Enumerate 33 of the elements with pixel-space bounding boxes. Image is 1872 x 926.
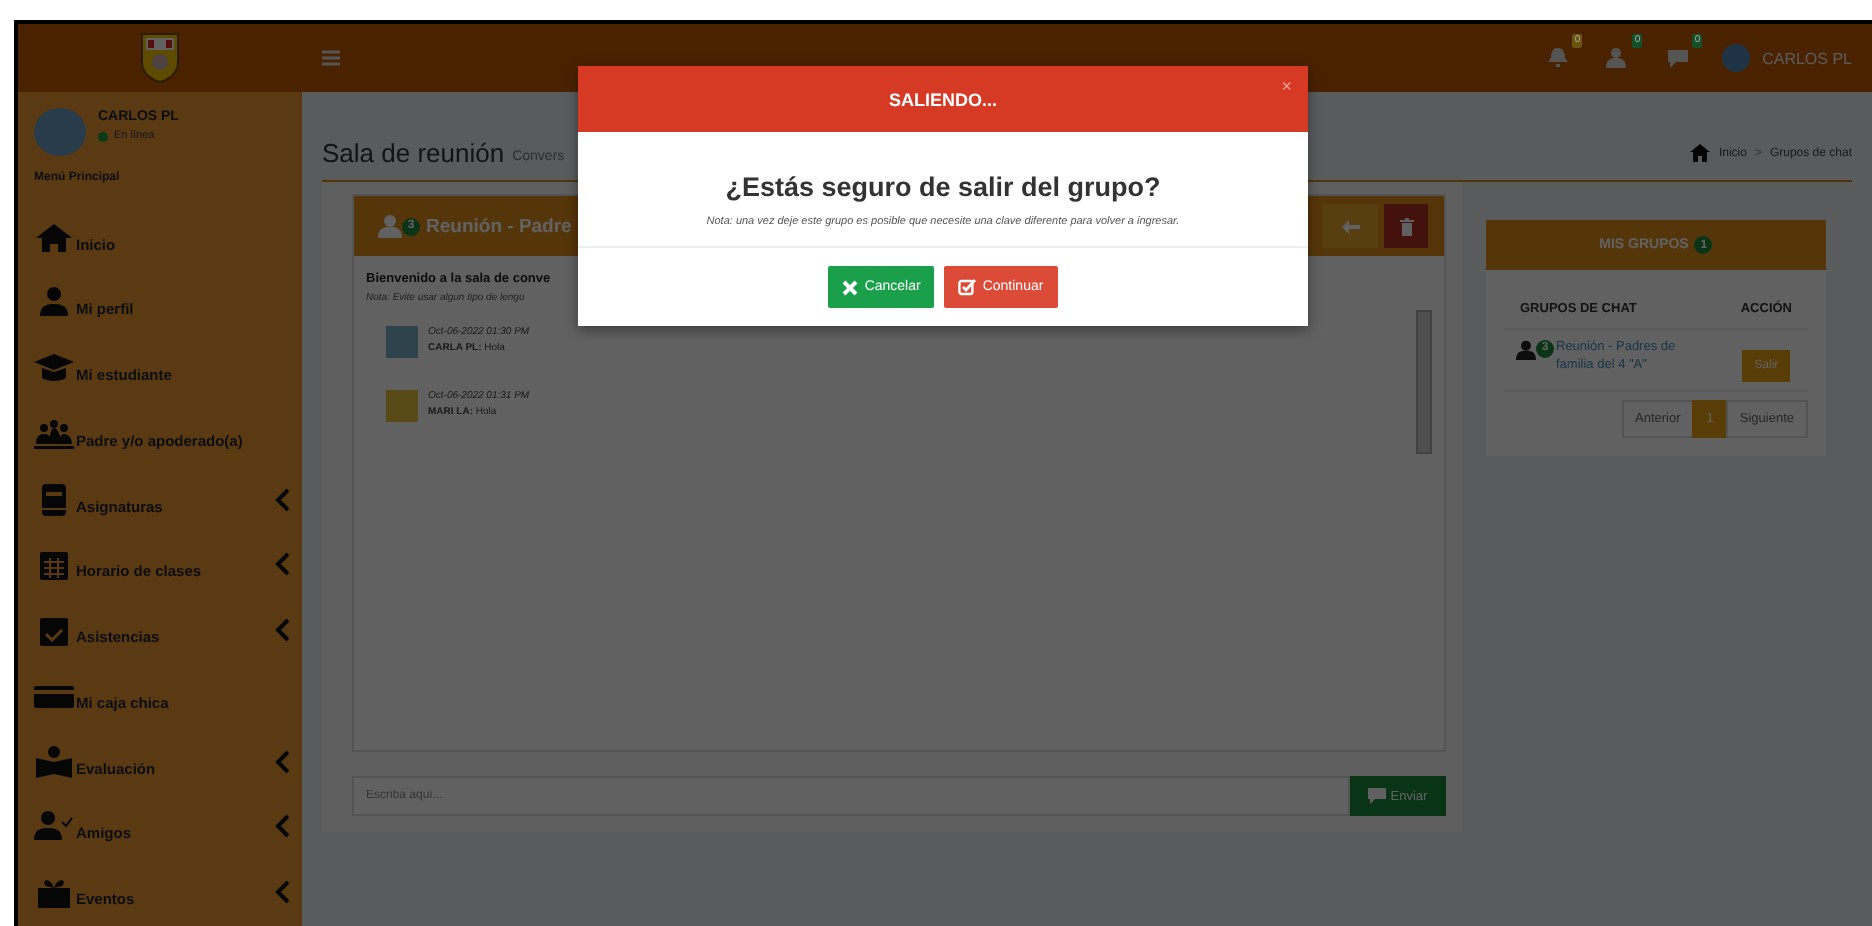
arrow-left-icon: [1341, 219, 1359, 233]
close-button[interactable]: ×: [1281, 76, 1292, 96]
family-icon: [34, 417, 74, 450]
speech-bubble-icon: [1368, 788, 1387, 804]
page-title: Sala de reunión: [322, 138, 505, 168]
delete-button[interactable]: [1384, 204, 1428, 248]
back-button[interactable]: [1322, 204, 1378, 248]
calendar-icon: [34, 548, 74, 581]
checkbox-icon: [958, 278, 977, 296]
gift-icon: [34, 876, 74, 909]
reader-icon: [34, 745, 74, 778]
dialog-question: ¿Estás seguro de salir del grupo?: [725, 172, 1161, 202]
person-icon: [34, 286, 74, 319]
calendar-check-icon: [34, 614, 74, 647]
house-icon: [1690, 144, 1711, 162]
online-dot-icon: [98, 131, 108, 141]
scrollbar[interactable]: [1416, 310, 1432, 454]
person-icon: [1516, 340, 1536, 360]
house-icon: [34, 221, 74, 254]
user-avatar: [386, 390, 418, 422]
menu-icon[interactable]: [322, 50, 340, 66]
chat-title: Reunión - Padre: [426, 215, 572, 237]
user-avatar: [34, 108, 86, 156]
close-icon: [842, 279, 859, 295]
person-icon: [378, 214, 402, 238]
user-avatar: [386, 326, 418, 358]
person-check-icon: [34, 810, 74, 843]
graduation-cap-icon: [34, 352, 74, 385]
dialog-title: SALIENDO...: [888, 89, 997, 109]
user-name[interactable]: CARLOS PL: [1762, 49, 1852, 67]
crest-logo: [140, 32, 180, 84]
user-avatar: [1722, 44, 1751, 72]
trash-icon: [1399, 217, 1413, 235]
